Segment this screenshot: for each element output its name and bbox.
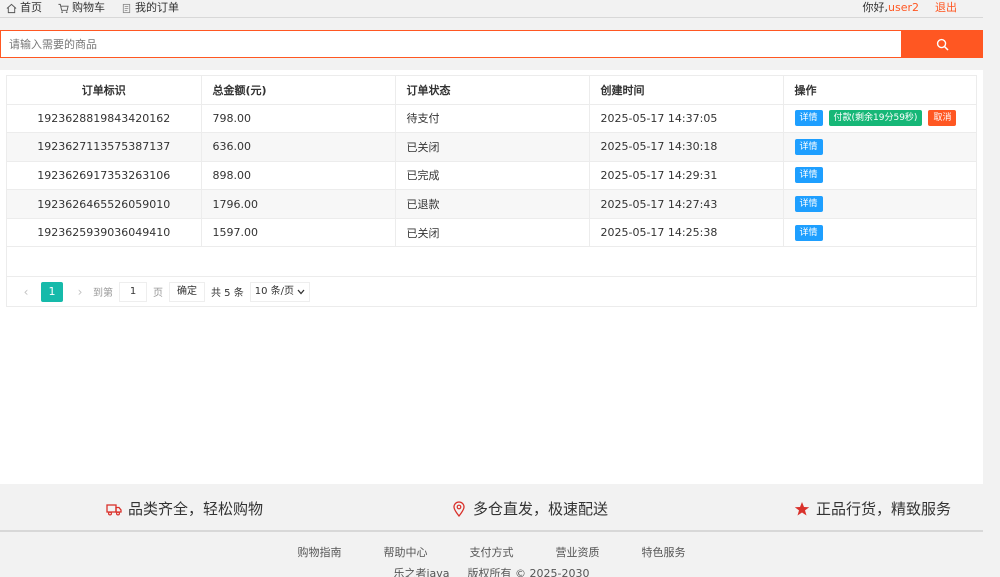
order-status: 已关闭 xyxy=(395,132,590,162)
feature-label: 多仓直发，极速配送 xyxy=(473,500,609,518)
header-created: 创建时间 xyxy=(589,76,784,105)
nav-cart-label: 购物车 xyxy=(72,1,105,14)
feature-label: 正品行货，精致服务 xyxy=(816,500,952,518)
prev-page-icon[interactable]: ‹ xyxy=(19,285,33,299)
nav-home-label: 首页 xyxy=(20,1,42,14)
order-created: 2025-05-17 14:27:43 xyxy=(589,189,784,219)
footer-brand: 乐之者java xyxy=(393,567,450,577)
order-status: 已关闭 xyxy=(395,218,590,248)
star-icon xyxy=(794,501,810,515)
detail-button[interactable]: 详情 xyxy=(794,196,823,213)
order-actions: 详情 xyxy=(783,189,976,219)
footer-link[interactable]: 购物指南 xyxy=(298,544,342,560)
order-id: 1923627113575387137 xyxy=(7,132,202,162)
order-created: 2025-05-17 14:25:38 xyxy=(589,218,784,248)
user-greeting: 你好,user2 xyxy=(863,1,920,15)
table-row: 1923628819843420162 798.00 待支付 2025-05-1… xyxy=(7,104,976,134)
detail-button[interactable]: 详情 xyxy=(794,138,823,155)
footer-link[interactable]: 帮助中心 xyxy=(384,544,428,560)
search-input[interactable] xyxy=(0,30,901,58)
table-row: 1923625939036049410 1597.00 已关闭 2025-05-… xyxy=(7,218,976,248)
nav-cart[interactable]: 购物车 xyxy=(58,1,105,15)
header-order-id: 订单标识 xyxy=(7,76,202,105)
list-icon xyxy=(122,3,131,13)
main-panel: 订单标识 总金额(元) 订单状态 创建时间 操作 192362881984342… xyxy=(0,70,983,484)
cancel-button[interactable]: 取消 xyxy=(928,110,957,127)
feature-strip: 品类齐全，轻松购物 多仓直发，极速配送 正品行货，精致服务 xyxy=(0,484,983,532)
location-pin-icon xyxy=(453,500,465,517)
order-id: 1923628819843420162 xyxy=(7,104,202,134)
order-amount: 798.00 xyxy=(201,104,396,134)
goto-confirm-button[interactable]: 确定 xyxy=(169,281,205,302)
order-status: 待支付 xyxy=(395,104,590,134)
footer-links: 购物指南 帮助中心 支付方式 营业资质 特色服务 xyxy=(0,544,983,560)
table-header-row: 订单标识 总金额(元) 订单状态 创建时间 操作 xyxy=(7,76,976,105)
page-size-value: 10 条/页 xyxy=(254,285,295,297)
pagination: ‹ 1 › 到第 1 页 确定 共 5 条 10 条/页 xyxy=(6,277,977,307)
header-amount: 总金额(元) xyxy=(201,76,396,105)
table-row: 1923626465526059010 1796.00 已退款 2025-05-… xyxy=(7,189,976,219)
order-amount: 1796.00 xyxy=(201,189,396,219)
order-created: 2025-05-17 14:30:18 xyxy=(589,132,784,162)
detail-button[interactable]: 详情 xyxy=(794,224,823,241)
order-actions: 详情 xyxy=(783,218,976,248)
detail-button[interactable]: 详情 xyxy=(794,167,823,184)
top-nav: 首页 购物车 我的订单 xyxy=(6,1,179,15)
order-id: 1923626465526059010 xyxy=(7,189,202,219)
chevron-down-icon xyxy=(297,289,305,294)
goto-page-input[interactable]: 1 xyxy=(119,281,147,302)
top-bar: 首页 购物车 我的订单 你好,user2 退出 xyxy=(0,0,983,18)
order-amount: 636.00 xyxy=(201,132,396,162)
goto-suffix: 页 xyxy=(153,288,163,299)
total-count: 共 5 条 xyxy=(211,288,244,299)
order-actions: 详情 xyxy=(783,132,976,162)
truck-icon xyxy=(106,503,122,516)
search-icon xyxy=(936,38,948,50)
user-name[interactable]: user2 xyxy=(888,1,919,14)
feature-item: 多仓直发，极速配送 xyxy=(451,498,608,519)
cart-icon xyxy=(58,3,69,13)
feature-item: 品类齐全，轻松购物 xyxy=(106,498,263,519)
feature-label: 品类齐全，轻松购物 xyxy=(128,500,264,518)
order-created: 2025-05-17 14:37:05 xyxy=(589,104,784,134)
order-status: 已完成 xyxy=(395,161,590,191)
orders-table: 订单标识 总金额(元) 订单状态 创建时间 操作 192362881984342… xyxy=(7,76,976,248)
order-actions: 详情 付款(剩余19分59秒) 取消 xyxy=(783,104,976,134)
order-amount: 1597.00 xyxy=(201,218,396,248)
orders-table-wrap: 订单标识 总金额(元) 订单状态 创建时间 操作 192362881984342… xyxy=(6,75,977,277)
nav-orders[interactable]: 我的订单 xyxy=(121,1,179,15)
logout-link[interactable]: 退出 xyxy=(935,1,957,15)
greeting-text: 你好, xyxy=(862,1,889,14)
order-actions: 详情 xyxy=(783,161,976,191)
footer-link[interactable]: 营业资质 xyxy=(556,544,600,560)
footer-link[interactable]: 支付方式 xyxy=(470,544,514,560)
footer-copyright: 版权所有 © 2025-2030 xyxy=(467,567,590,577)
goto-prefix: 到第 xyxy=(93,288,113,299)
order-status: 已退款 xyxy=(395,189,590,219)
detail-button[interactable]: 详情 xyxy=(794,110,823,127)
feature-item: 正品行货，精致服务 xyxy=(794,498,951,519)
header-status: 订单状态 xyxy=(395,76,590,105)
search-button[interactable] xyxy=(901,30,983,58)
search-bar xyxy=(0,30,983,58)
page-current[interactable]: 1 xyxy=(41,281,63,302)
header-actions: 操作 xyxy=(783,76,976,105)
table-row: 1923626917353263106 898.00 已完成 2025-05-1… xyxy=(7,161,976,191)
copyright: 乐之者java 版权所有 © 2025-2030 xyxy=(0,565,983,577)
next-page-icon[interactable]: › xyxy=(73,285,87,299)
order-created: 2025-05-17 14:29:31 xyxy=(589,161,784,191)
page-size-select[interactable]: 10 条/页 xyxy=(249,281,311,302)
footer-link[interactable]: 特色服务 xyxy=(642,544,686,560)
table-row: 1923627113575387137 636.00 已关闭 2025-05-1… xyxy=(7,132,976,162)
order-id: 1923625939036049410 xyxy=(7,218,202,248)
nav-home[interactable]: 首页 xyxy=(6,1,42,15)
home-icon xyxy=(6,3,17,13)
nav-orders-label: 我的订单 xyxy=(135,1,179,14)
order-amount: 898.00 xyxy=(201,161,396,191)
order-id: 1923626917353263106 xyxy=(7,161,202,191)
pay-button[interactable]: 付款(剩余19分59秒) xyxy=(828,110,923,127)
user-box: 你好,user2 退出 xyxy=(863,1,958,15)
